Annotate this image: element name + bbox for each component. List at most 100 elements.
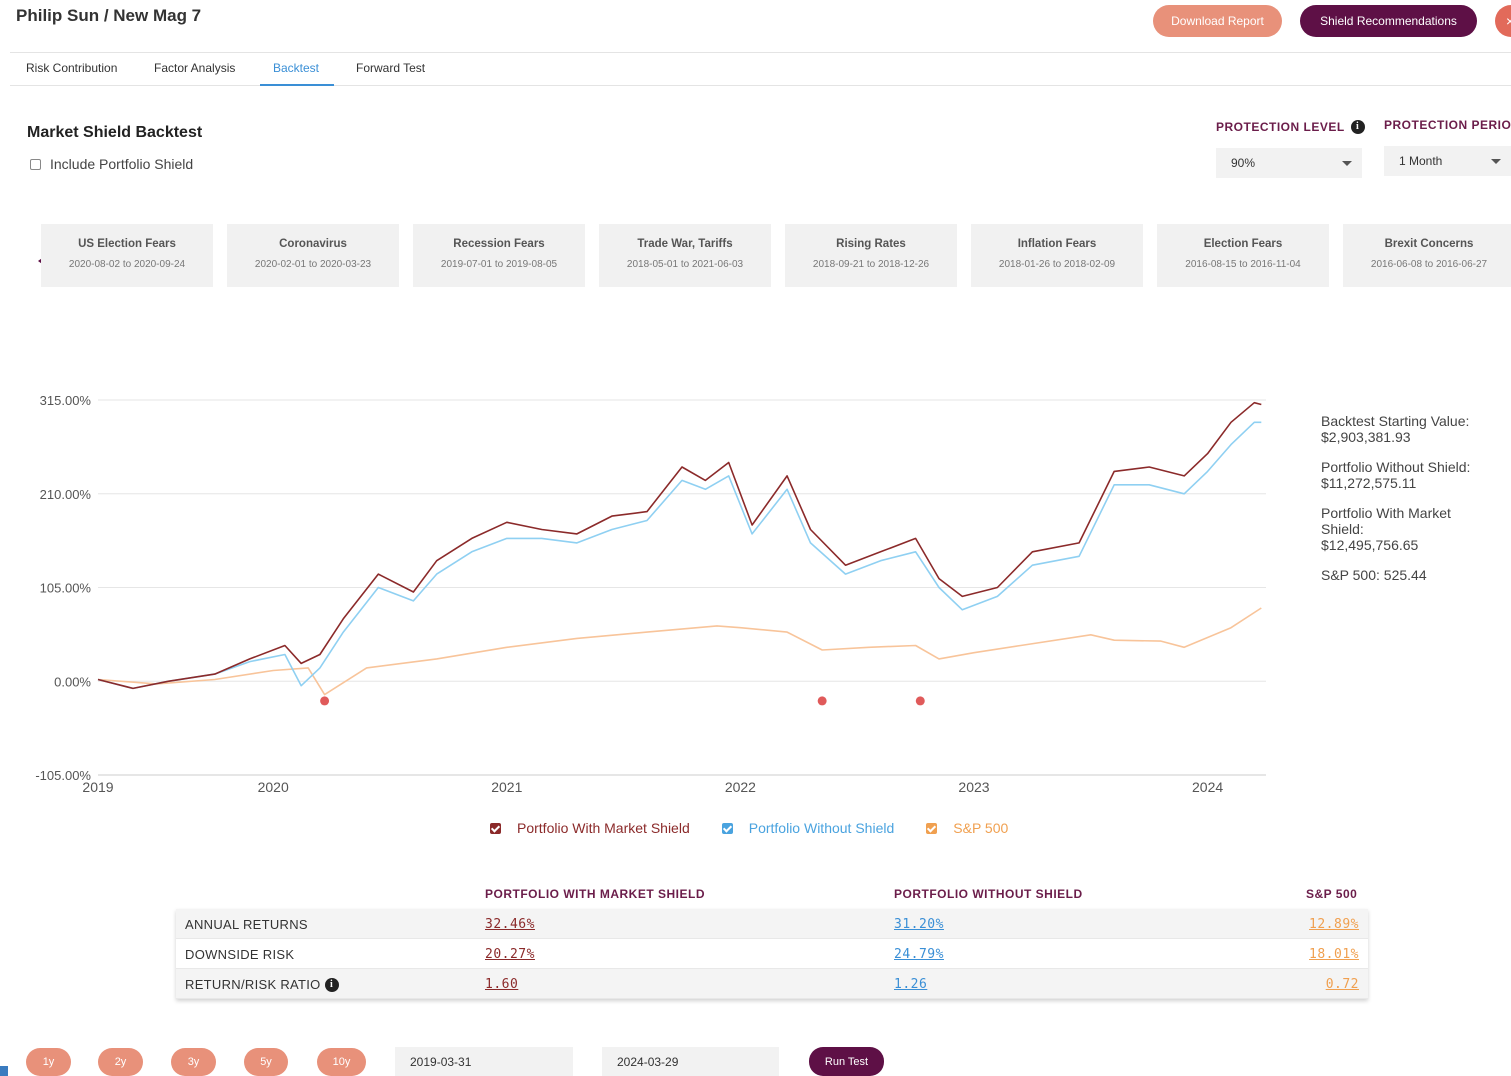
scenario-card[interactable]: Brexit Concerns 2016-06-08 to 2016-06-27 (1343, 224, 1511, 287)
active-tab-indicator (260, 84, 334, 86)
value-link[interactable]: 24.79% (894, 947, 944, 962)
page-title: Philip Sun / New Mag 7 (16, 6, 202, 25)
value-link[interactable]: 1.60 (485, 977, 518, 992)
shield-recommendations-button[interactable]: Shield Recommendations (1300, 5, 1477, 37)
stat-with-shield: Portfolio With Market Shield: $12,495,756… (1321, 505, 1481, 553)
returns-table: ANNUAL RETURNS 32.46% 31.20% 12.89% DOWN… (176, 909, 1368, 999)
legend-checkbox[interactable] (926, 822, 938, 834)
row-label: ANNUAL RETURNS (185, 917, 308, 932)
legend-item-with-shield[interactable]: Portfolio With Market Shield (490, 820, 690, 836)
protection-period-select[interactable]: 1 Month (1384, 146, 1511, 176)
tab-backtest[interactable]: Backtest (273, 61, 319, 75)
scenario-title: Election Fears (1203, 238, 1283, 250)
stat-starting-value: Backtest Starting Value: $2,903,381.93 (1321, 413, 1481, 445)
period-2y-button[interactable]: 2y (98, 1048, 143, 1076)
legend-label: Portfolio Without Shield (748, 820, 895, 836)
legend-checkbox[interactable] (721, 822, 733, 834)
value-link[interactable]: 31.20% (894, 917, 944, 932)
scenario-range: 2016-06-08 to 2016-06-27 (1370, 259, 1488, 270)
scenario-title: Rising Rates (836, 238, 906, 250)
value-link[interactable]: 12.89% (1309, 917, 1359, 932)
legend-item-without-shield[interactable]: Portfolio Without Shield (721, 820, 895, 836)
tab-bar: Risk Contribution Factor Analysis Backte… (10, 52, 1511, 86)
value-link[interactable]: 32.46% (485, 917, 535, 932)
scenario-range: 2018-05-01 to 2021-06-03 (626, 259, 744, 270)
info-icon[interactable]: i (1350, 120, 1365, 134)
scenario-card[interactable]: Rising Rates 2018-09-21 to 2018-12-26 (785, 224, 957, 287)
protection-period-label: PROTECTION PERIOD (1384, 118, 1511, 132)
scenario-title: Brexit Concerns (1384, 238, 1474, 250)
protection-level-value: 90% (1231, 156, 1256, 170)
protection-level-label: PROTECTION LEVEL i (1216, 120, 1365, 134)
scenario-title: US Election Fears (78, 238, 176, 250)
scenario-title: Coronavirus (279, 238, 347, 250)
scenario-card[interactable]: Inflation Fears 2018-01-26 to 2018-02-09 (971, 224, 1143, 287)
chevron-down-icon (1491, 159, 1501, 164)
value-link[interactable]: 20.27% (485, 947, 535, 962)
legend-label: Portfolio With Market Shield (517, 820, 690, 836)
table-row: DOWNSIDE RISK 20.27% 24.79% 18.01% (176, 939, 1368, 969)
scenario-range: 2016-08-15 to 2016-11-04 (1185, 259, 1301, 270)
info-icon[interactable]: i (324, 977, 339, 992)
period-5y-button[interactable]: 5y (244, 1048, 288, 1076)
table-row: ANNUAL RETURNS 32.46% 31.20% 12.89% (176, 909, 1368, 939)
run-test-button[interactable]: Run Test (809, 1047, 884, 1076)
scenario-card[interactable]: Trade War, Tariffs 2018-05-01 to 2021-06-… (599, 224, 771, 287)
x-tick-label: 2023 (958, 779, 989, 795)
x-tick-label: 2020 (258, 779, 289, 795)
x-tick-label: 2021 (491, 779, 522, 795)
scenario-card[interactable]: Coronavirus 2020-02-01 to 2020-03-23 (227, 224, 399, 287)
section-title: Market Shield Backtest (27, 124, 203, 141)
scenario-range: 2020-08-02 to 2020-09-24 (68, 259, 186, 270)
backtest-chart: 315.00%210.00%105.00%0.00%-105.00%2019 20… (35, 393, 1266, 795)
stat-sp500: S&P 500: 525.44 (1321, 567, 1481, 583)
download-report-button[interactable]: Download Report (1153, 5, 1282, 37)
row-label-text: RETURN/RISK RATIO (185, 977, 321, 992)
corner-indicator (0, 1066, 8, 1076)
stat-label: Backtest Starting Value: (1321, 413, 1470, 429)
row-label: DOWNSIDE RISK (185, 947, 295, 962)
scenario-card[interactable]: Recession Fears 2019-07-01 to 2019-08-05 (413, 224, 585, 287)
value-link[interactable]: 18.01% (1309, 947, 1359, 962)
stat-value: $11,272,575.11 (1321, 475, 1417, 491)
row-label: RETURN/RISK RATIO i (185, 977, 339, 992)
value-link[interactable]: 0.72 (1326, 977, 1359, 992)
backtest-stats: Backtest Starting Value: $2,903,381.93 Po… (1321, 413, 1481, 597)
scenario-card[interactable]: Election Fears 2016-08-15 to 2016-11-04 (1157, 224, 1329, 287)
x-tick-label: 2019 (82, 779, 113, 795)
table-header-without-shield: PORTFOLIO WITHOUT SHIELD (894, 887, 1083, 901)
table-row: RETURN/RISK RATIO i 1.60 1.26 0.72 (176, 969, 1368, 999)
close-button[interactable]: × (1495, 5, 1511, 37)
scenario-title: Recession Fears (453, 238, 545, 250)
stat-value: $12,495,756.65 (1321, 537, 1419, 553)
legend-checkbox[interactable] (490, 822, 501, 834)
include-portfolio-shield-checkbox[interactable] (30, 158, 41, 170)
chart-legend: Portfolio With Market Shield Portfolio W… (490, 820, 1040, 836)
end-date-input[interactable]: 2024-03-29 (602, 1047, 779, 1076)
scenario-range: 2018-01-26 to 2018-02-09 (998, 259, 1116, 270)
y-tick-label: 315.00% (40, 393, 92, 408)
period-10y-button[interactable]: 10y (317, 1048, 366, 1076)
value-link[interactable]: 1.26 (894, 977, 927, 992)
close-icon: × (1506, 13, 1511, 29)
period-3y-button[interactable]: 3y (171, 1048, 216, 1076)
period-1y-button[interactable]: 1y (26, 1048, 71, 1076)
event-marker (915, 696, 925, 706)
series-line (97, 401, 1262, 690)
table-header-with-shield: PORTFOLIO WITH MARKET SHIELD (485, 887, 705, 901)
event-marker (817, 696, 827, 706)
scenario-card[interactable]: US Election Fears 2020-08-02 to 2020-09-2… (41, 224, 213, 287)
start-date-input[interactable]: 2019-03-31 (395, 1047, 573, 1076)
series-line (97, 421, 1262, 690)
scenario-title: Inflation Fears (1017, 238, 1097, 250)
x-tick-label: 2022 (725, 779, 756, 795)
include-portfolio-shield-label: Include Portfolio Shield (50, 156, 194, 172)
tab-forward-test[interactable]: Forward Test (356, 61, 425, 75)
include-portfolio-shield-toggle[interactable]: Include Portfolio Shield (30, 156, 193, 172)
protection-level-select[interactable]: 90% (1216, 148, 1362, 178)
scenario-range: 2019-07-01 to 2019-08-05 (440, 259, 558, 270)
legend-item-sp500[interactable]: S&P 500 (926, 820, 1008, 836)
tab-factor-analysis[interactable]: Factor Analysis (154, 61, 235, 75)
tab-risk-contribution[interactable]: Risk Contribution (26, 61, 117, 75)
stat-label: Portfolio With Market Shield: (1321, 505, 1451, 537)
